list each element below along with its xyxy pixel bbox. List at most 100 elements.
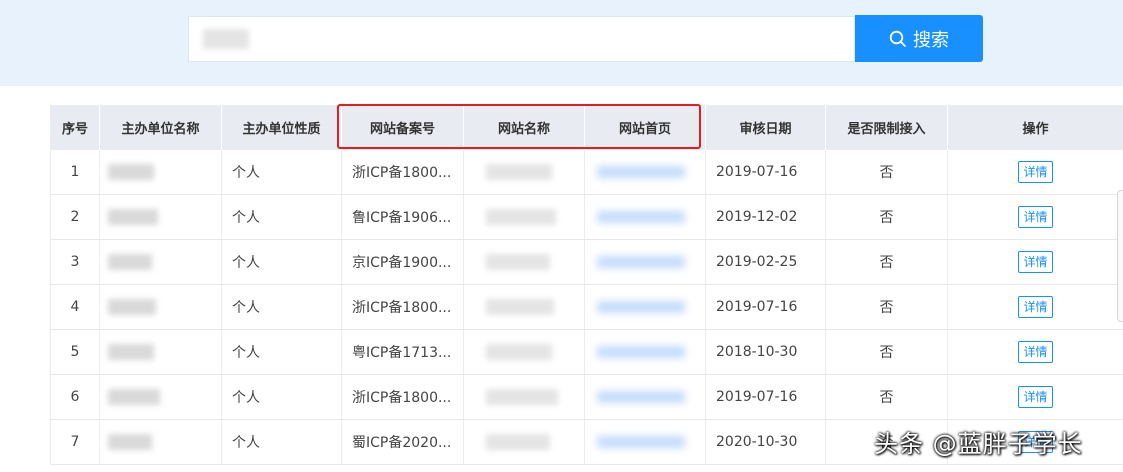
cell-sponsor-nature: 个人 [221, 329, 342, 375]
cell-site-name [463, 284, 585, 330]
cell-index: 5 [50, 329, 100, 375]
redacted-homepage-link [597, 256, 685, 268]
table-header-row: 序号 主办单位名称 主办单位性质 网站备案号 网站名称 网站首页 审核日期 是否… [50, 105, 1123, 150]
cell-sponsor-name [99, 329, 222, 375]
cell-sponsor-name [99, 239, 222, 285]
cell-sponsor-nature: 个人 [221, 374, 342, 420]
cell-homepage-link[interactable] [584, 194, 706, 240]
cell-restricted: 否 [825, 284, 948, 330]
cell-index: 6 [50, 374, 100, 420]
detail-button[interactable]: 详情 [1018, 341, 1053, 363]
col-homepage: 网站首页 [584, 105, 706, 150]
cell-action: 详情 [947, 284, 1123, 330]
redacted-site-name [486, 389, 558, 405]
cell-review-date: 2019-02-25 [705, 239, 826, 285]
cell-homepage-link[interactable] [584, 150, 706, 195]
search-button[interactable]: 搜索 [855, 15, 983, 62]
cell-action: 详情 [947, 374, 1123, 420]
redacted-sponsor [108, 299, 156, 315]
redacted-homepage-link [597, 346, 685, 358]
cell-site-name [463, 329, 585, 375]
table-row: 3 个人 京ICP备1900... 2019-02-25 否 详情 [50, 239, 1123, 285]
cell-site-name [463, 419, 585, 465]
redacted-sponsor [108, 254, 152, 270]
table-row: 1 个人 浙ICP备1800... 2019-07-16 否 详情 [50, 150, 1123, 195]
redacted-homepage-link [597, 436, 685, 448]
search-icon [889, 30, 906, 47]
cell-restricted: 否 [825, 239, 948, 285]
results-table: 序号 主办单位名称 主办单位性质 网站备案号 网站名称 网站首页 审核日期 是否… [50, 105, 1123, 472]
cell-homepage-link[interactable] [584, 329, 706, 375]
search-area: 搜索 [0, 0, 1123, 86]
cell-homepage-link[interactable] [584, 374, 706, 420]
col-index: 序号 [50, 105, 100, 150]
redacted-sponsor [108, 389, 160, 405]
cell-sponsor-name [99, 150, 222, 195]
cell-action: 详情 [947, 150, 1123, 195]
cell-review-date: 2019-07-16 [705, 374, 826, 420]
cell-index: 2 [50, 194, 100, 240]
redacted-site-name [486, 209, 556, 225]
cell-index: 7 [50, 419, 100, 465]
cell-action: 详情 [947, 194, 1123, 240]
cell-action: 详情 [947, 239, 1123, 285]
col-review-date: 审核日期 [705, 105, 826, 150]
redacted-sponsor [108, 434, 152, 450]
col-restricted: 是否限制接入 [825, 105, 948, 150]
cell-restricted: 否 [825, 329, 948, 375]
redacted-site-name [486, 344, 552, 360]
col-sponsor-nature: 主办单位性质 [221, 105, 342, 150]
search-button-label: 搜索 [913, 29, 949, 51]
cell-action: 详情 [947, 329, 1123, 375]
redacted-sponsor [108, 164, 154, 180]
cell-review-date: 2019-07-16 [705, 284, 826, 330]
cell-index: 3 [50, 239, 100, 285]
cell-sponsor-name [99, 374, 222, 420]
scrollbar[interactable] [1117, 190, 1123, 322]
table-row: 2 个人 鲁ICP备1906... 2019-12-02 否 详情 [50, 194, 1123, 240]
cell-review-date: 2020-10-30 [705, 419, 826, 465]
watermark: 头条 @蓝胖子学长 [874, 430, 1083, 458]
cell-homepage-link[interactable] [584, 419, 706, 465]
redacted-site-name [486, 434, 550, 450]
cell-index: 1 [50, 150, 100, 195]
cell-homepage-link[interactable] [584, 239, 706, 285]
cell-sponsor-nature: 个人 [221, 150, 342, 195]
table-row: 4 个人 浙ICP备1800... 2019-07-16 否 详情 [50, 284, 1123, 330]
redacted-homepage-link [597, 166, 685, 178]
table-row: 5 个人 粤ICP备1713... 2018-10-30 否 详情 [50, 329, 1123, 375]
redacted-sponsor [108, 209, 158, 225]
redacted-site-name [486, 299, 554, 315]
detail-button[interactable]: 详情 [1018, 251, 1053, 273]
cell-icp-number: 浙ICP备1800... [341, 150, 464, 195]
cell-icp-number: 粤ICP备1713... [341, 329, 464, 375]
cell-index: 4 [50, 284, 100, 330]
redacted-homepage-link [597, 301, 685, 313]
redacted-site-name [486, 254, 550, 270]
cell-icp-number: 鲁ICP备1906... [341, 194, 464, 240]
detail-button[interactable]: 详情 [1018, 161, 1053, 183]
cell-restricted: 否 [825, 194, 948, 240]
cell-site-name [463, 374, 585, 420]
col-sponsor-name: 主办单位名称 [99, 105, 222, 150]
cell-review-date: 2019-07-16 [705, 150, 826, 195]
col-icp-number: 网站备案号 [341, 105, 464, 150]
cell-icp-number: 浙ICP备1800... [341, 284, 464, 330]
search-input[interactable] [188, 16, 855, 62]
table-row: 6 个人 浙ICP备1800... 2019-07-16 否 详情 [50, 374, 1123, 420]
redacted-sponsor [108, 344, 154, 360]
cell-site-name [463, 150, 585, 195]
detail-button[interactable]: 详情 [1018, 386, 1053, 408]
cell-icp-number: 浙ICP备1800... [341, 374, 464, 420]
cell-icp-number: 京ICP备1900... [341, 239, 464, 285]
cell-review-date: 2019-12-02 [705, 194, 826, 240]
detail-button[interactable]: 详情 [1018, 296, 1053, 318]
redacted-site-name [486, 164, 552, 180]
redacted-search-text [203, 29, 249, 49]
detail-button[interactable]: 详情 [1018, 206, 1053, 228]
cell-homepage-link[interactable] [584, 284, 706, 330]
cell-restricted: 否 [825, 150, 948, 195]
redacted-homepage-link [597, 391, 685, 403]
cell-site-name [463, 194, 585, 240]
cell-icp-number: 蜀ICP备2020... [341, 419, 464, 465]
